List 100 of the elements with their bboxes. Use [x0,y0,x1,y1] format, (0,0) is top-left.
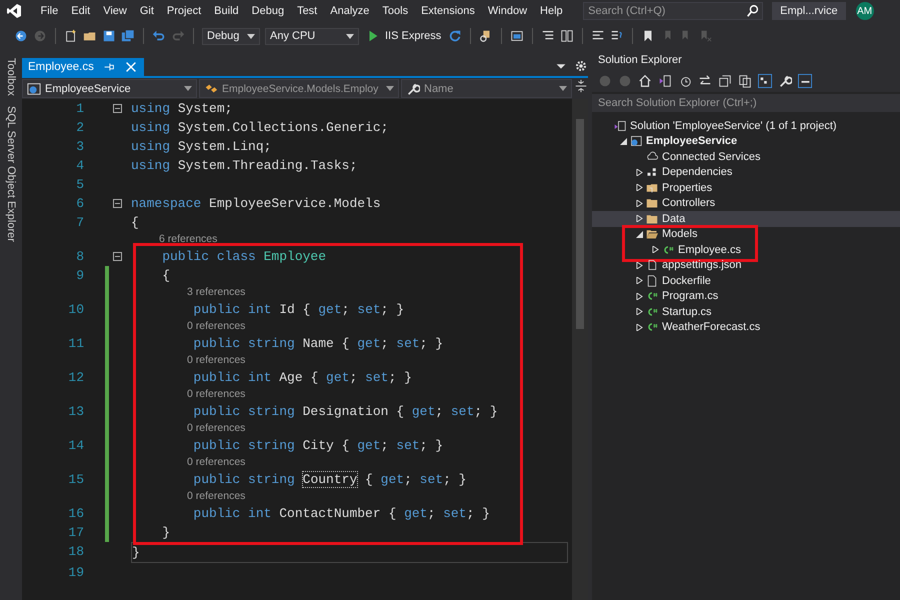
close-icon[interactable] [124,60,138,74]
code-line: { [131,214,139,232]
scroll-thumb[interactable] [576,119,584,329]
back-icon[interactable] [14,29,28,43]
line-number: 6 [75,195,84,213]
save-icon[interactable] [102,29,116,43]
tree-item[interactable]: EmployeeService [592,134,900,149]
collapsed-arrow-icon[interactable] [636,168,642,176]
menu-item[interactable]: Test [290,5,324,17]
document-tab[interactable]: Employee.cs [22,58,144,76]
collapse-icon[interactable] [113,104,122,113]
line-number: 19 [67,564,84,582]
preview-icon[interactable] [798,74,812,88]
wrench-icon[interactable] [778,74,792,88]
tree-item[interactable]: Dockerfile [592,273,900,288]
menu-item[interactable]: Git [133,5,160,17]
collapsed-arrow-icon[interactable] [636,200,642,207]
tree-item[interactable]: Dependencies [592,164,900,180]
search-field[interactable]: Search Solution Explorer (Ctrl+;) [592,94,900,112]
collapsed-arrow-icon[interactable] [636,277,642,284]
search-field[interactable]: Search (Ctrl+Q) [583,2,764,20]
split-icon[interactable] [574,79,588,93]
line-number: 7 [75,214,84,232]
reference-count-link[interactable]: 0 references [127,489,246,504]
menu-item[interactable]: Window [481,5,534,17]
line-number: 17 [67,524,84,542]
solution-icon[interactable] [658,74,672,88]
menu-item[interactable]: Debug [245,5,291,17]
menu-item[interactable]: File [34,5,65,17]
new-item-icon[interactable] [64,29,78,43]
platform-dropdown[interactable]: Any CPU [265,28,359,44]
collapsed-arrow-icon[interactable] [636,292,642,300]
configuration-dropdown[interactable]: Debug [202,28,260,44]
tree-item[interactable]: Connected Services [592,149,900,164]
navigation-dropdown[interactable]: EmployeeService.Models.Employ [199,79,399,98]
user-avatar[interactable]: AM [856,2,874,20]
undo-icon[interactable] [152,29,166,43]
navigation-dropdown[interactable]: Name [401,79,572,98]
menu-item[interactable]: Project [160,5,208,17]
caret-icon [386,86,394,91]
reference-count-link[interactable]: 0 references [127,421,246,436]
tree-item[interactable]: Startup.cs [592,304,900,320]
side-tab[interactable]: Toolbox [5,58,17,96]
collapsed-arrow-icon[interactable] [636,308,642,316]
refresh-icon[interactable] [448,29,462,43]
caret-icon [559,86,567,91]
columns-icon[interactable] [560,29,574,43]
collapse-all-icon[interactable] [718,74,732,88]
code-line: using System.Collections.Generic; [131,119,388,137]
menu-item[interactable]: View [96,5,134,17]
collapsed-arrow-icon[interactable] [636,184,642,192]
navigation-dropdown[interactable]: EmployeeService [22,79,197,98]
tree-item[interactable]: Solution 'EmployeeService' (1 of 1 project) [592,118,900,134]
save-all-icon[interactable] [121,29,135,43]
reference-count-link[interactable]: 0 references [127,353,246,368]
code-line: } [161,524,170,542]
collapsed-arrow-icon[interactable] [636,324,642,331]
reference-count-link[interactable]: 0 references [127,319,246,334]
collapse-icon[interactable] [113,252,122,261]
class-icon [204,82,218,96]
tree-item[interactable]: Models [592,226,900,242]
reference-count-link[interactable]: 0 references [127,387,246,402]
menu-item[interactable]: Extensions [414,5,482,17]
menu-item[interactable]: Tools [376,5,415,17]
menu-item[interactable]: Build [208,5,246,17]
tree-item[interactable]: Program.cs [592,288,900,304]
collapse-icon[interactable] [113,199,122,208]
dependencies-icon [646,166,658,178]
menu-item[interactable]: Analyze [324,5,376,17]
reference-count-link[interactable]: 3 references [127,285,246,300]
csharp-file-icon [646,290,658,302]
history-icon[interactable] [678,74,692,88]
reference-count-link[interactable]: 6 references [127,232,218,247]
tree-item[interactable]: appsettings.json [592,258,900,273]
settings-icon[interactable] [574,59,588,73]
tree-item[interactable]: Controllers [592,196,900,211]
collapsed-arrow-icon[interactable] [652,246,658,254]
globe-project-icon [27,82,41,96]
visual-studio-logo [6,3,22,19]
collapsed-arrow-icon[interactable] [636,215,642,222]
menu-item[interactable]: Edit [64,5,97,17]
line-number: 9 [75,267,84,285]
reference-count-link[interactable]: 0 references [127,455,246,470]
tree-item[interactable]: WeatherForecast.cs [592,320,900,335]
run-button[interactable]: IIS Express [364,29,444,43]
tree-item[interactable]: Data [592,211,900,226]
line-number: 14 [67,437,84,455]
view-tree-icon[interactable] [758,74,772,88]
expanded-arrow-icon[interactable] [636,230,642,238]
tree-item[interactable]: Properties [592,180,900,196]
home-icon[interactable] [638,74,652,88]
window-icon[interactable] [510,29,524,43]
collapsed-arrow-icon[interactable] [636,262,642,269]
tree-item[interactable]: Employee.cs [592,242,900,258]
solution-name: Empl...rvice [772,2,846,20]
side-tab[interactable]: SQL Server Object Explorer [5,106,17,242]
menu-item[interactable]: Help [534,5,570,17]
expanded-arrow-icon[interactable] [620,138,626,145]
copy-icon[interactable] [738,74,752,88]
csharp-file-icon [646,306,658,318]
